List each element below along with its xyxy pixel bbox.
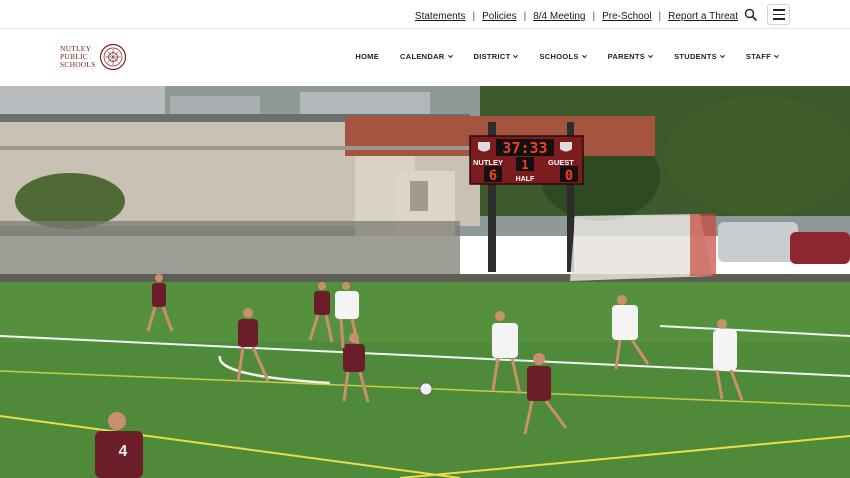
hamburger-menu-icon[interactable]	[767, 4, 790, 25]
separator: |	[523, 11, 527, 22]
nav-staff[interactable]: STAFF	[746, 52, 779, 61]
link-meeting[interactable]: 8/4 Meeting	[533, 11, 585, 22]
chevron-down-icon	[648, 54, 654, 59]
scoreboard-home-score: 6	[489, 168, 497, 184]
separator: |	[658, 11, 662, 22]
link-report-threat[interactable]: Report a Threat	[668, 11, 738, 22]
chevron-down-icon	[581, 54, 587, 59]
chevron-down-icon	[774, 54, 779, 59]
scoreboard-home-label: NUTLEY	[473, 158, 503, 167]
utility-links: Statements | Policies | 8/4 Meeting | Pr…	[415, 11, 738, 22]
scoreboard-clock: 37:33	[502, 139, 547, 157]
school-seal-icon	[99, 43, 126, 71]
link-preschool[interactable]: Pre-School	[602, 11, 651, 22]
scoreboard-guest-score: 0	[565, 168, 573, 184]
link-statements[interactable]: Statements	[415, 11, 466, 22]
chevron-down-icon	[513, 54, 519, 59]
nav-parents[interactable]: PARENTS	[608, 52, 654, 61]
player-jersey-number: 4	[119, 443, 128, 460]
hero-image: 37:33 NUTLEY GUEST 6 1 HALF 0 4	[0, 86, 850, 478]
scoreboard-period-label: HALF	[516, 176, 535, 183]
utility-bar: Statements | Policies | 8/4 Meeting | Pr…	[0, 0, 850, 29]
nav-students[interactable]: STUDENTS	[674, 52, 725, 61]
primary-nav: HOME CALENDAR DISTRICT SCHOOLS PARENTS S…	[334, 52, 779, 61]
separator: |	[472, 11, 476, 22]
nav-district[interactable]: DISTRICT	[474, 52, 519, 61]
scoreboard: 37:33 NUTLEY GUEST 6 1 HALF 0	[469, 135, 584, 185]
search-icon[interactable]	[744, 8, 758, 22]
site-logo[interactable]: NUTLEY PUBLIC SCHOOLS	[60, 43, 127, 71]
nav-schools[interactable]: SCHOOLS	[539, 52, 587, 61]
chevron-down-icon	[447, 54, 453, 59]
scoreboard-guest-label: GUEST	[548, 158, 574, 167]
main-nav: NUTLEY PUBLIC SCHOOLS HOME CALENDAR DIST…	[0, 29, 850, 86]
logo-text: NUTLEY PUBLIC SCHOOLS	[60, 44, 96, 69]
separator: |	[592, 11, 596, 22]
scoreboard-period: 1	[521, 158, 528, 172]
chevron-down-icon	[719, 54, 725, 59]
link-policies[interactable]: Policies	[482, 11, 516, 22]
nav-calendar[interactable]: CALENDAR	[400, 52, 453, 61]
nav-home[interactable]: HOME	[355, 52, 379, 61]
